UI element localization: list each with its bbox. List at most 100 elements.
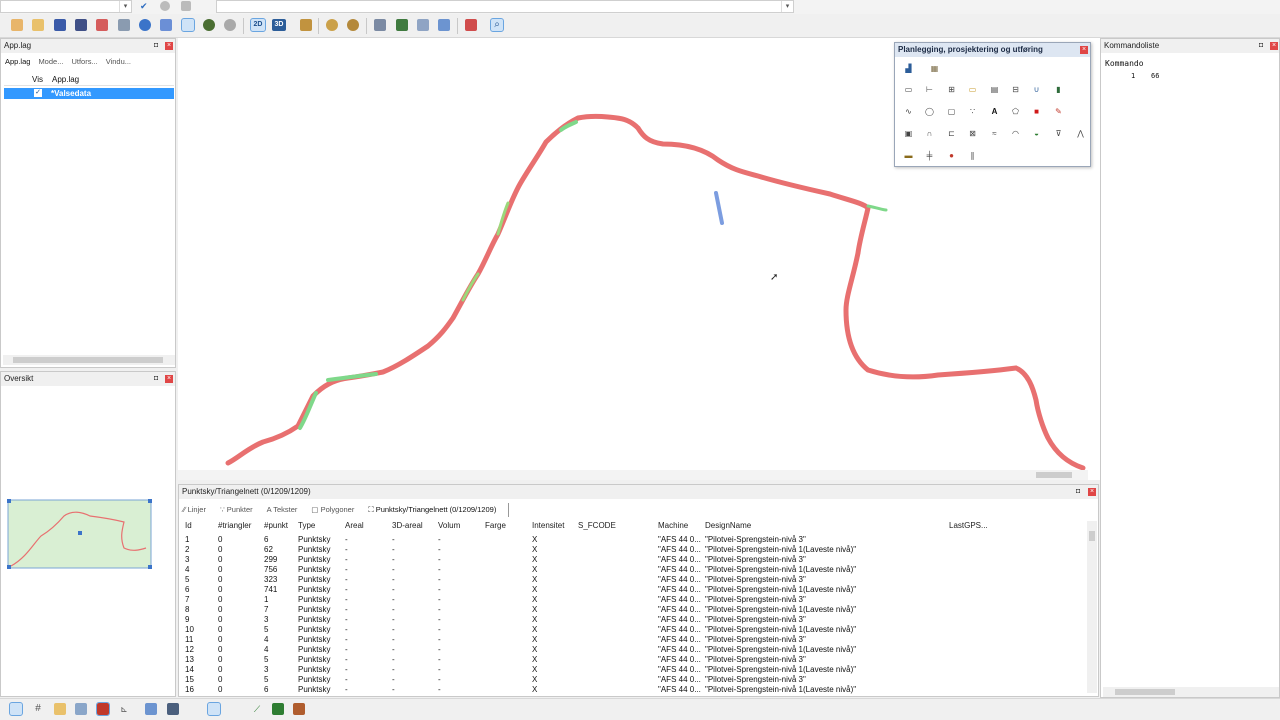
image-icon[interactable]: ▣ bbox=[903, 129, 914, 139]
map-horizontal-scrollbar[interactable] bbox=[178, 470, 1088, 480]
layer-combo[interactable]: ▾ bbox=[0, 0, 132, 13]
resize-handle[interactable] bbox=[7, 499, 11, 503]
close-icon[interactable]: × bbox=[1270, 42, 1278, 50]
table-row[interactable]: 6 0 741 Punktsky - - - X "AFS 44 0... "Pilotvei-S… bbox=[180, 585, 1085, 595]
export-icon[interactable] bbox=[96, 19, 108, 31]
excavator-icon[interactable] bbox=[272, 703, 284, 715]
scroll-thumb[interactable] bbox=[13, 357, 163, 363]
overview-map[interactable] bbox=[6, 498, 166, 570]
view-2d-button[interactable]: 2D bbox=[250, 18, 266, 32]
tab-punktsky[interactable]: ⛶ Punktsky/Triangelnett (0/1209/1209) bbox=[366, 503, 510, 517]
check-icon[interactable]: ✔ bbox=[140, 1, 150, 11]
funnel-icon[interactable]: ⊽ bbox=[1053, 129, 1064, 139]
book-icon[interactable]: ▮ bbox=[1053, 85, 1064, 95]
layers-icon[interactable] bbox=[160, 19, 172, 31]
cross-section-icon[interactable]: ⊠ bbox=[967, 129, 978, 139]
table-row[interactable]: 1 0 6 Punktsky - - - X "AFS 44 0... "Pilotvei-Spr… bbox=[180, 535, 1085, 545]
tab-polygoner[interactable]: ▢ Polygoner bbox=[309, 503, 356, 517]
copy-layer-icon[interactable] bbox=[374, 19, 386, 31]
numbering-icon[interactable]: ⊞ bbox=[946, 85, 957, 95]
column-header[interactable]: S_FCODE bbox=[578, 521, 616, 530]
ladder-icon[interactable]: ╪ bbox=[924, 151, 935, 161]
window-tool-icon[interactable] bbox=[145, 703, 157, 715]
chart-icon[interactable]: ▟ bbox=[903, 64, 914, 74]
close-icon[interactable]: × bbox=[1088, 488, 1096, 496]
column-header[interactable]: Volum bbox=[438, 521, 460, 530]
eye-icon[interactable] bbox=[326, 19, 338, 31]
polygon-icon[interactable]: ⬠ bbox=[1010, 107, 1021, 117]
table-row[interactable]: 14 0 3 Punktsky - - - X "AFS 44 0... "Pilotvei-Sp… bbox=[180, 665, 1085, 675]
tab-linjer[interactable]: ∕∕ Linjer bbox=[181, 503, 208, 517]
tab-vinduer[interactable]: Vindu... bbox=[104, 55, 133, 69]
network-icon[interactable]: ⋀ bbox=[1075, 129, 1086, 139]
table-icon[interactable]: ▤ bbox=[989, 85, 1000, 95]
layers-scrollbar[interactable] bbox=[3, 355, 175, 365]
merge-icon[interactable]: ⊟ bbox=[1010, 85, 1021, 95]
zoom-extent-icon[interactable] bbox=[417, 19, 429, 31]
filled-polygon-icon[interactable]: ■ bbox=[1031, 107, 1042, 117]
magnet-icon[interactable]: ∪ bbox=[1031, 85, 1042, 95]
report-icon[interactable] bbox=[465, 19, 477, 31]
layer-visible-checkbox[interactable]: ✓ bbox=[34, 89, 42, 97]
column-header[interactable]: Type bbox=[298, 521, 315, 530]
points-icon[interactable]: ∵ bbox=[967, 107, 978, 117]
eye-settings-icon[interactable] bbox=[347, 19, 359, 31]
arc-icon[interactable]: ∩ bbox=[924, 129, 935, 139]
column-header[interactable]: Machine bbox=[658, 521, 688, 530]
column-header[interactable]: Id bbox=[185, 521, 192, 530]
resize-handle[interactable] bbox=[148, 565, 152, 569]
open-folder-icon[interactable] bbox=[32, 19, 44, 31]
sphere-icon[interactable] bbox=[224, 19, 236, 31]
print-icon[interactable] bbox=[118, 19, 130, 31]
profile-icon[interactable]: ▭ bbox=[903, 85, 914, 95]
terrain-icon[interactable] bbox=[203, 19, 215, 31]
pin-icon[interactable]: ◘ bbox=[1259, 42, 1266, 49]
search-icon[interactable]: ⌕ bbox=[490, 18, 504, 32]
stop-icon[interactable] bbox=[181, 1, 191, 11]
close-icon[interactable]: × bbox=[1080, 46, 1088, 54]
column-header[interactable]: Areal bbox=[345, 521, 364, 530]
machine-icon[interactable] bbox=[293, 703, 305, 715]
grid-settings-icon[interactable]: ▦ bbox=[929, 64, 940, 74]
column-header[interactable]: LastGPS... bbox=[949, 521, 988, 530]
snap-icon[interactable] bbox=[75, 703, 87, 715]
close-window-icon[interactable] bbox=[167, 703, 179, 715]
map-view-icon[interactable] bbox=[207, 702, 221, 716]
select-tool-icon[interactable] bbox=[9, 702, 23, 716]
table-row[interactable]: 2 0 62 Punktsky - - - X "AFS 44 0... "Pilotvei-Sp… bbox=[180, 545, 1085, 555]
figure-icon[interactable] bbox=[300, 19, 312, 31]
close-icon[interactable]: × bbox=[165, 42, 173, 50]
command-scrollbar[interactable] bbox=[1103, 687, 1279, 697]
tab-modeller[interactable]: Mode... bbox=[36, 55, 65, 69]
window-icon[interactable] bbox=[438, 19, 450, 31]
text-tool-icon[interactable]: A bbox=[989, 107, 1000, 117]
scroll-thumb[interactable] bbox=[1115, 689, 1175, 695]
line-tool-icon[interactable]: ⟋ bbox=[251, 703, 263, 715]
folder-icon[interactable]: ▭ bbox=[967, 85, 978, 95]
tab-utforsker[interactable]: Utfors... bbox=[69, 55, 99, 69]
table-row[interactable]: 15 0 5 Punktsky - - - X "AFS 44 0... "Pilotvei-Sp… bbox=[180, 675, 1085, 685]
surface-icon[interactable]: ◠ bbox=[1010, 129, 1021, 139]
save-icon[interactable] bbox=[54, 19, 66, 31]
edit-tool-icon[interactable]: ✎ bbox=[1053, 107, 1064, 117]
column-header[interactable]: DesignName bbox=[705, 521, 751, 530]
table-row[interactable]: 12 0 4 Punktsky - - - X "AFS 44 0... "Pilotvei-Sp… bbox=[180, 645, 1085, 655]
column-header[interactable]: Farge bbox=[485, 521, 506, 530]
table-row[interactable]: 8 0 7 Punktsky - - - X "AFS 44 0... "Pilotvei-Spr… bbox=[180, 605, 1085, 615]
table-row[interactable]: 13 0 5 Punktsky - - - X "AFS 44 0... "Pilotvei-Sp… bbox=[180, 655, 1085, 665]
pin-icon[interactable]: ◘ bbox=[154, 42, 161, 49]
table-row[interactable]: 3 0 299 Punktsky - - - X "AFS 44 0... "Pilotvei-S… bbox=[180, 555, 1085, 565]
close-icon[interactable]: × bbox=[165, 375, 173, 383]
column-header[interactable]: 3D-areal bbox=[392, 521, 423, 530]
table-row[interactable]: 16 0 6 Punktsky - - - X "AFS 44 0... "Pilotvei-Sp… bbox=[180, 685, 1085, 695]
table-row[interactable]: 10 0 5 Punktsky - - - X "AFS 44 0... "Pilotvei-Sp… bbox=[180, 625, 1085, 635]
layer-row[interactable]: ✓ *Valsedata bbox=[4, 88, 174, 99]
table-row[interactable]: 11 0 4 Punktsky - - - X "AFS 44 0... "Pilotvei-Sp… bbox=[180, 635, 1085, 645]
column-header[interactable]: #punkt bbox=[264, 521, 288, 530]
new-file-icon[interactable] bbox=[11, 19, 23, 31]
table-row[interactable]: 9 0 3 Punktsky - - - X "AFS 44 0... "Pilotvei-Spr… bbox=[180, 615, 1085, 625]
table-row[interactable]: 7 0 1 Punktsky - - - X "AFS 44 0... "Pilotvei-Spr… bbox=[180, 595, 1085, 605]
terrain-model-icon[interactable]: ◒ bbox=[1031, 129, 1042, 139]
column-header[interactable]: Intensitet bbox=[532, 521, 564, 530]
resize-handle[interactable] bbox=[148, 499, 152, 503]
